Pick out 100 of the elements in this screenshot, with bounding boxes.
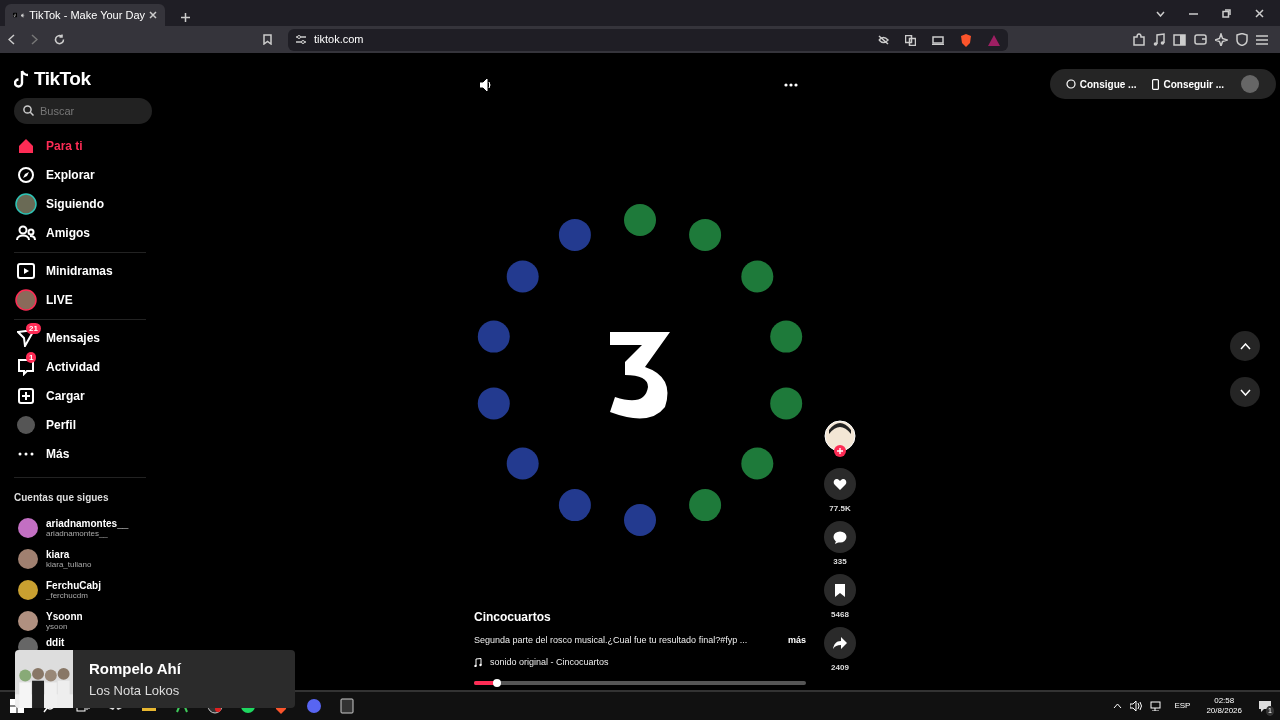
artist-name: Los Nota Lokos bbox=[89, 681, 181, 700]
account-name[interactable]: kiara bbox=[46, 548, 92, 560]
account-handle: ariadnamontes__ bbox=[46, 528, 108, 539]
shield-icon[interactable] bbox=[1236, 33, 1248, 46]
avatar-icon[interactable] bbox=[824, 420, 856, 452]
get-app-link[interactable]: Consigue ... bbox=[1065, 76, 1137, 92]
close-tab-button[interactable] bbox=[149, 11, 157, 19]
minimize-button[interactable] bbox=[1189, 12, 1198, 15]
account-name[interactable]: Ysoonn bbox=[46, 610, 83, 622]
comment-icon bbox=[833, 530, 847, 544]
wallet-icon[interactable] bbox=[1194, 34, 1207, 45]
chevron-down-icon bbox=[1156, 10, 1165, 17]
nav-item[interactable]: Siguiendo bbox=[14, 189, 152, 219]
network-icon[interactable] bbox=[1150, 701, 1163, 711]
cast-icon[interactable] bbox=[932, 35, 944, 45]
friends-icon bbox=[16, 224, 36, 242]
bookmark-button[interactable] bbox=[263, 34, 272, 45]
account-name[interactable]: FerchuCabj bbox=[46, 579, 101, 591]
address-field[interactable]: tiktok.com bbox=[288, 28, 1008, 51]
notification-icon[interactable] bbox=[1258, 699, 1272, 713]
more-link[interactable]: más bbox=[788, 634, 806, 648]
heart-icon bbox=[833, 477, 847, 491]
puzzle-icon[interactable] bbox=[1132, 33, 1145, 46]
share-button[interactable] bbox=[824, 627, 856, 659]
close-window-button[interactable] bbox=[1255, 9, 1264, 18]
chevron-down-icon bbox=[1239, 388, 1251, 396]
media-popup[interactable]: Rompelo Ahí Los Nota Lokos bbox=[15, 650, 295, 708]
song-title: Rompelo Ahí bbox=[89, 659, 181, 679]
plus-icon bbox=[181, 13, 190, 22]
previous-video-button[interactable] bbox=[1230, 331, 1260, 361]
bookmark-button[interactable] bbox=[824, 574, 856, 606]
search-icon bbox=[23, 104, 34, 116]
language-indicator[interactable]: ESP bbox=[1174, 700, 1191, 712]
reload-icon bbox=[54, 34, 65, 45]
tiktok-favicon-icon bbox=[13, 10, 18, 20]
lion-shield-icon[interactable] bbox=[960, 33, 972, 47]
translate-icon[interactable] bbox=[905, 34, 916, 46]
back-button[interactable] bbox=[8, 34, 15, 45]
volume-icon[interactable] bbox=[1130, 701, 1143, 711]
nav-item[interactable]: Para ti bbox=[14, 131, 152, 161]
count-label: 2409 bbox=[831, 662, 849, 674]
browser-tab[interactable]: TikTok - Make Your Day bbox=[5, 4, 165, 26]
menu-icon[interactable] bbox=[1256, 34, 1268, 45]
avatar-icon bbox=[15, 193, 37, 215]
next-video-button[interactable] bbox=[1230, 377, 1260, 407]
avatar-icon[interactable] bbox=[18, 518, 38, 538]
nav-item[interactable]: 1 Actividad bbox=[14, 352, 152, 382]
account-handle: ysoon bbox=[46, 621, 69, 632]
music-note-icon bbox=[474, 657, 482, 667]
account-handle: _ferchucdm bbox=[46, 590, 88, 601]
clock[interactable]: 02:58 20/8/2026 bbox=[1206, 696, 1242, 716]
logo-text: TikTok bbox=[34, 67, 91, 91]
speaker-icon bbox=[21, 10, 26, 20]
tab-title: TikTok - Make Your Day bbox=[29, 7, 145, 23]
author-name[interactable]: Cincocuartos bbox=[474, 608, 806, 626]
sidebar-icon[interactable] bbox=[1173, 33, 1186, 46]
avatar-icon[interactable] bbox=[18, 580, 38, 600]
chat-icon bbox=[17, 358, 35, 376]
get-app-link[interactable]: Conseguir ... bbox=[1152, 76, 1224, 92]
comment-button[interactable] bbox=[824, 521, 856, 553]
account-handle: kiara_tuliano bbox=[46, 559, 92, 570]
film-icon bbox=[17, 263, 35, 279]
chevron-up-icon[interactable] bbox=[1113, 703, 1123, 709]
nav-item[interactable]: Cargar bbox=[14, 381, 152, 411]
account-name[interactable]: ariadnamontes__ bbox=[46, 517, 129, 529]
minimize-icon bbox=[1189, 12, 1198, 15]
music-note-icon[interactable] bbox=[1153, 33, 1165, 46]
sparkle-icon[interactable] bbox=[1215, 33, 1228, 46]
forward-button[interactable] bbox=[31, 34, 38, 45]
nav-item[interactable]: Explorar bbox=[14, 160, 152, 190]
search-field[interactable]: Buscar bbox=[14, 97, 152, 124]
avatar-icon[interactable] bbox=[18, 611, 38, 631]
nav-item[interactable]: LIVE bbox=[14, 285, 152, 315]
count-badge: 1 bbox=[26, 352, 37, 363]
game-launcher-icon[interactable] bbox=[338, 698, 355, 714]
add-icon bbox=[17, 387, 35, 405]
count-label: 5468 bbox=[831, 609, 849, 621]
account-name[interactable]: ddit bbox=[46, 636, 65, 648]
muted-eye-icon[interactable] bbox=[878, 34, 889, 45]
heart-button[interactable] bbox=[824, 468, 856, 500]
tab-list-button[interactable] bbox=[1156, 10, 1165, 17]
volume-button[interactable] bbox=[480, 79, 493, 91]
speaker-icon bbox=[480, 79, 493, 91]
date-text: 20/8/2026 bbox=[1206, 706, 1242, 716]
chat-app-icon[interactable] bbox=[305, 698, 322, 714]
nav-item[interactable]: Minidramas bbox=[14, 256, 152, 286]
nav-item[interactable]: Más bbox=[14, 439, 152, 469]
count-label: 77.5K bbox=[829, 503, 851, 515]
count-badge: 21 bbox=[26, 323, 41, 334]
url-text: tiktok.com bbox=[314, 32, 365, 48]
nav-item[interactable]: Amigos bbox=[14, 218, 152, 248]
new-tab-button[interactable] bbox=[181, 13, 190, 22]
reload-button[interactable] bbox=[54, 34, 65, 45]
close-icon bbox=[1255, 9, 1264, 18]
sound-name[interactable]: sonido original - Cincocuartos bbox=[490, 655, 609, 669]
more-button[interactable] bbox=[784, 83, 798, 87]
nav-item[interactable]: 21 Mensajes bbox=[14, 323, 152, 353]
nav-item[interactable]: Perfil bbox=[14, 410, 152, 440]
restore-button[interactable] bbox=[1222, 9, 1231, 18]
follow-plus-icon[interactable] bbox=[834, 445, 846, 457]
